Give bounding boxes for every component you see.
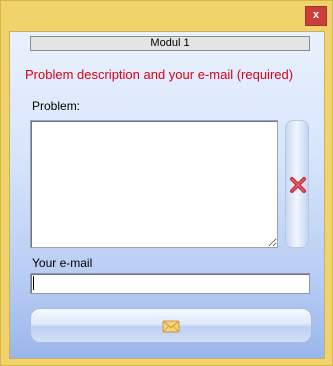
- text-caret: [33, 276, 34, 290]
- form-panel: Modul 1 Problem description and your e-m…: [9, 31, 325, 359]
- close-button[interactable]: x: [305, 6, 327, 26]
- red-x-icon: [290, 177, 306, 193]
- send-button[interactable]: [30, 308, 312, 343]
- required-note: Problem description and your e-mail (req…: [25, 67, 294, 82]
- clear-button[interactable]: [285, 120, 309, 248]
- email-input[interactable]: [30, 273, 310, 294]
- problem-label: Problem:: [32, 99, 81, 113]
- module-title-bar: Modul 1: [30, 36, 310, 51]
- problem-textarea[interactable]: [30, 120, 278, 248]
- email-label: Your e-mail: [32, 256, 93, 270]
- envelope-icon: [162, 320, 180, 333]
- modul-window: x Modul 1 Problem description and your e…: [0, 0, 333, 366]
